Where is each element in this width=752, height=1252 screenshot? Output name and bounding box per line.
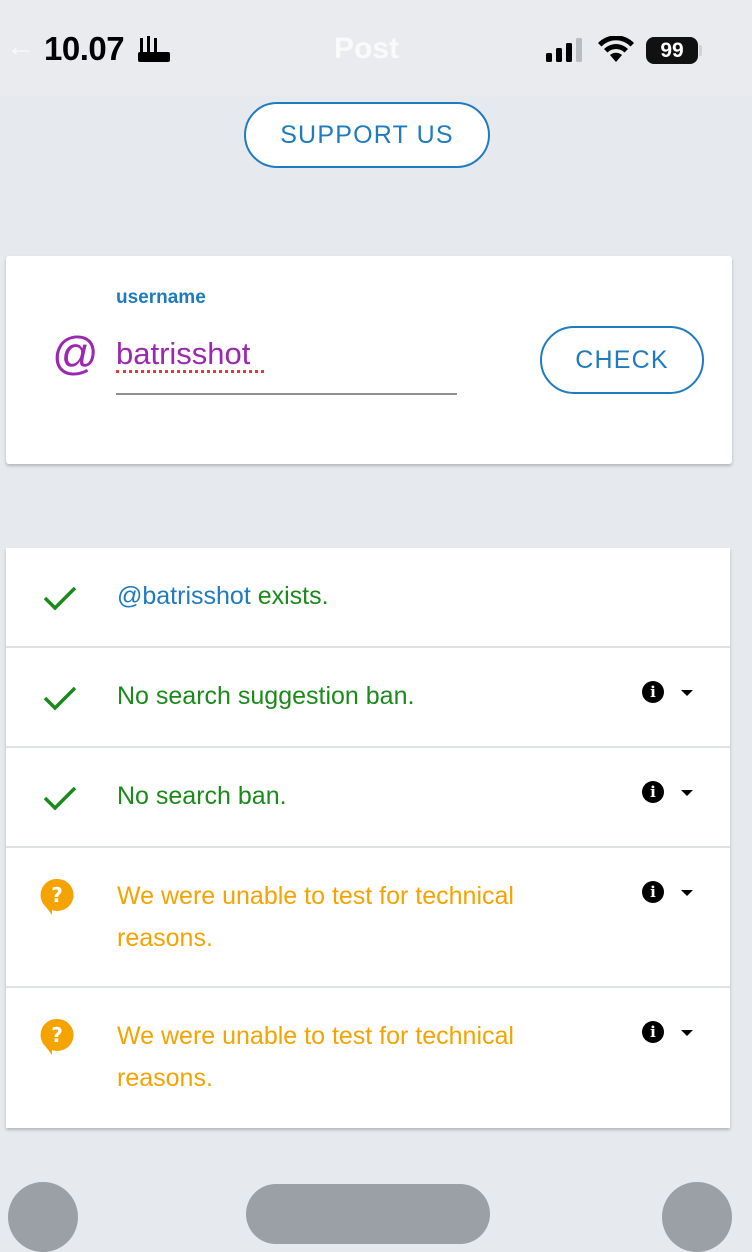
result-handle: @batrisshot bbox=[117, 582, 251, 610]
dropdown-caret-icon[interactable] bbox=[681, 1030, 693, 1036]
dropdown-caret-icon[interactable] bbox=[681, 790, 693, 796]
svg-text:?: ? bbox=[51, 883, 63, 907]
result-text: No search ban. bbox=[117, 782, 287, 810]
info-icon[interactable]: i bbox=[642, 881, 664, 903]
bottom-right-button[interactable] bbox=[662, 1182, 732, 1252]
status-time: 10.07 bbox=[44, 30, 125, 67]
username-label: username bbox=[116, 287, 206, 308]
spellcheck-underline bbox=[116, 366, 264, 373]
check-icon bbox=[43, 786, 77, 811]
result-row-search-ban[interactable]: No search ban. i bbox=[6, 748, 730, 848]
help-bubble-icon: ? bbox=[40, 878, 74, 915]
result-text: We were unable to test for technical rea… bbox=[117, 882, 514, 952]
support-us-button[interactable]: SUPPORT US bbox=[244, 102, 490, 168]
check-button[interactable]: CHECK bbox=[540, 326, 704, 394]
result-row-unknown-1[interactable]: ? We were unable to test for technical r… bbox=[6, 848, 730, 988]
at-sign-icon: @ bbox=[52, 327, 99, 379]
check-icon bbox=[43, 686, 77, 711]
wifi-icon bbox=[598, 36, 634, 62]
result-text: No search suggestion ban. bbox=[117, 682, 415, 710]
result-row-exists: @batrisshot exists. bbox=[6, 548, 730, 648]
result-row-search-suggestion[interactable]: No search suggestion ban. i bbox=[6, 648, 730, 748]
bottom-left-button[interactable] bbox=[8, 1182, 78, 1252]
username-card: username @ CHECK bbox=[6, 256, 732, 464]
info-icon[interactable]: i bbox=[642, 1021, 664, 1043]
check-icon bbox=[43, 586, 77, 611]
battery-nub bbox=[699, 45, 702, 56]
input-underline bbox=[116, 393, 457, 395]
result-text: @batrisshot exists. bbox=[117, 582, 329, 610]
result-text: We were unable to test for technical rea… bbox=[117, 1022, 514, 1092]
back-arrow-icon[interactable]: ← bbox=[6, 30, 36, 64]
dropdown-caret-icon[interactable] bbox=[681, 890, 693, 896]
status-bar: ← Post 10.07 99 bbox=[0, 0, 752, 96]
info-icon[interactable]: i bbox=[642, 781, 664, 803]
result-row-unknown-2[interactable]: ? We were unable to test for technical r… bbox=[6, 988, 730, 1128]
results-list: @batrisshot exists. No search suggestion… bbox=[6, 548, 730, 1128]
help-bubble-icon: ? bbox=[40, 1018, 74, 1055]
activity-icon bbox=[138, 36, 170, 62]
info-icon[interactable]: i bbox=[642, 681, 664, 703]
bottom-center-button[interactable] bbox=[246, 1184, 490, 1244]
dropdown-caret-icon[interactable] bbox=[681, 690, 693, 696]
header-title: Post bbox=[334, 32, 400, 65]
battery-indicator: 99 bbox=[646, 37, 698, 64]
cellular-signal-icon bbox=[546, 38, 582, 62]
svg-text:?: ? bbox=[51, 1023, 63, 1047]
